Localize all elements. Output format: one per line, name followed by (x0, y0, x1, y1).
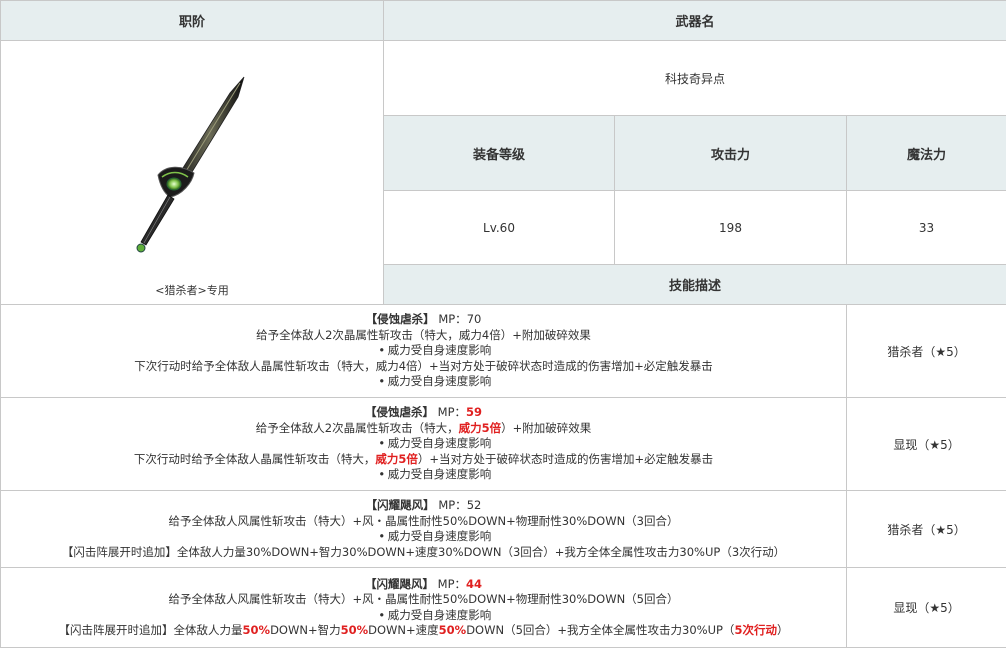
attack-header: 攻击力 (615, 116, 847, 191)
skill-job: 显现（★5） (847, 568, 1006, 648)
sword-icon (122, 67, 262, 257)
weapon-name: 科技奇异点 (384, 41, 1006, 116)
skill-desc-header: 技能描述 (384, 265, 1006, 305)
skill-mp: 59 (466, 405, 482, 419)
skill-description: 【侵蚀虐杀】 MP：59 给予全体敌人2次晶属性斩攻击（特大，威力5倍）+附加破… (1, 398, 847, 491)
weapon-caption: <猎杀者>专用 (1, 282, 383, 298)
skill-mp: 52 (467, 498, 482, 512)
magic-value: 33 (847, 191, 1006, 265)
skill-description: 【闪耀飓风】 MP：52 给予全体敌人风属性斩攻击（特大）+风・晶属性耐性50%… (1, 491, 847, 568)
skill-job: 猎杀者（★5） (847, 491, 1006, 568)
skill-row: 【闪耀飓风】 MP：44 给予全体敌人风属性斩攻击（特大）+风・晶属性耐性50%… (1, 568, 1006, 648)
skill-row: 【侵蚀虐杀】 MP：70 给予全体敌人2次晶属性斩攻击（特大，威力4倍）+附加破… (1, 305, 1006, 398)
magic-header: 魔法力 (847, 116, 1006, 191)
skill-mp: 44 (466, 577, 482, 591)
skill-description: 【侵蚀虐杀】 MP：70 给予全体敌人2次晶属性斩攻击（特大，威力4倍）+附加破… (1, 305, 847, 398)
skill-name: 【闪耀飓风】 (365, 577, 434, 591)
job-header: 职阶 (1, 1, 384, 41)
skill-name: 【闪耀飓风】 (366, 498, 435, 512)
attack-value: 198 (615, 191, 847, 265)
equip-level-header: 装备等级 (384, 116, 615, 191)
skill-job: 显现（★5） (847, 398, 1006, 491)
weapon-image-cell: <猎杀者>专用 (1, 41, 384, 305)
skill-description: 【闪耀飓风】 MP：44 给予全体敌人风属性斩攻击（特大）+风・晶属性耐性50%… (1, 568, 847, 648)
skill-row: 【侵蚀虐杀】 MP：59 给予全体敌人2次晶属性斩攻击（特大，威力5倍）+附加破… (1, 398, 1006, 491)
equip-level-value: Lv.60 (384, 191, 615, 265)
weapon-name-row: <猎杀者>专用 科技奇异点 (1, 41, 1006, 116)
weapon-name-header: 武器名 (384, 1, 1006, 41)
skill-row: 【闪耀飓风】 MP：52 给予全体敌人风属性斩攻击（特大）+风・晶属性耐性50%… (1, 491, 1006, 568)
skill-job: 猎杀者（★5） (847, 305, 1006, 398)
weapon-table: 职阶 武器名 (0, 0, 1006, 648)
skill-name: 【侵蚀虐杀】 (365, 405, 434, 419)
skill-name: 【侵蚀虐杀】 (366, 312, 435, 326)
header-row: 职阶 武器名 (1, 1, 1006, 41)
skill-mp: 70 (467, 312, 482, 326)
